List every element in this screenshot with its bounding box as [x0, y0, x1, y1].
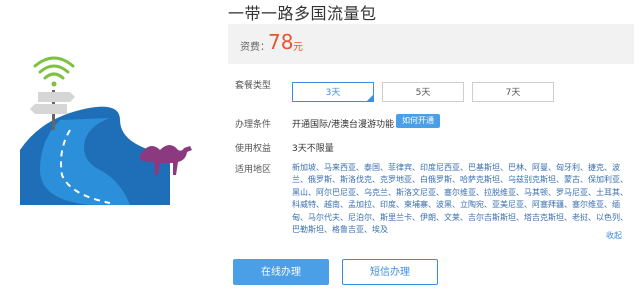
product-image — [0, 0, 210, 210]
package-option-3day[interactable]: 3天 — [292, 82, 374, 102]
price-unit: 元 — [293, 42, 303, 53]
regions-list: 新加坡、马来西亚、泰国、菲律宾、印度尼西亚、巴基斯坦、巴林、阿曼、匈牙利、捷克、… — [292, 163, 628, 235]
online-apply-button[interactable]: 在线办理 — [233, 259, 329, 285]
package-option-label: 7天 — [505, 88, 521, 98]
package-type-label: 套餐类型 — [235, 81, 272, 91]
package-option-5day[interactable]: 5天 — [382, 82, 464, 102]
usage-right-value: 3天不限量 — [292, 144, 334, 154]
requirements-label: 办理条件 — [235, 120, 272, 130]
package-option-label: 3天 — [325, 88, 341, 98]
package-option-7day[interactable]: 7天 — [472, 82, 554, 102]
regions-label: 适用地区 — [235, 165, 272, 175]
selected-corner-icon — [366, 94, 374, 102]
price-value: 78 — [268, 30, 294, 54]
requirements-value: 开通国际/港澳台漫游功能 — [292, 120, 395, 130]
price-label: 资费： — [240, 42, 270, 53]
price-box: 资费： 78 元 — [228, 24, 634, 64]
collapse-link[interactable]: 收起 — [606, 230, 622, 241]
package-option-label: 5天 — [415, 88, 431, 98]
sms-apply-button[interactable]: 短信办理 — [342, 259, 438, 285]
wifi-signal-icon — [33, 56, 75, 80]
road-camel-illustration — [20, 56, 192, 205]
usage-right-label: 使用权益 — [235, 144, 272, 154]
product-title: 一带一路多国流量包 — [228, 4, 377, 23]
how-to-enable-button[interactable]: 如何开通 — [396, 114, 440, 128]
